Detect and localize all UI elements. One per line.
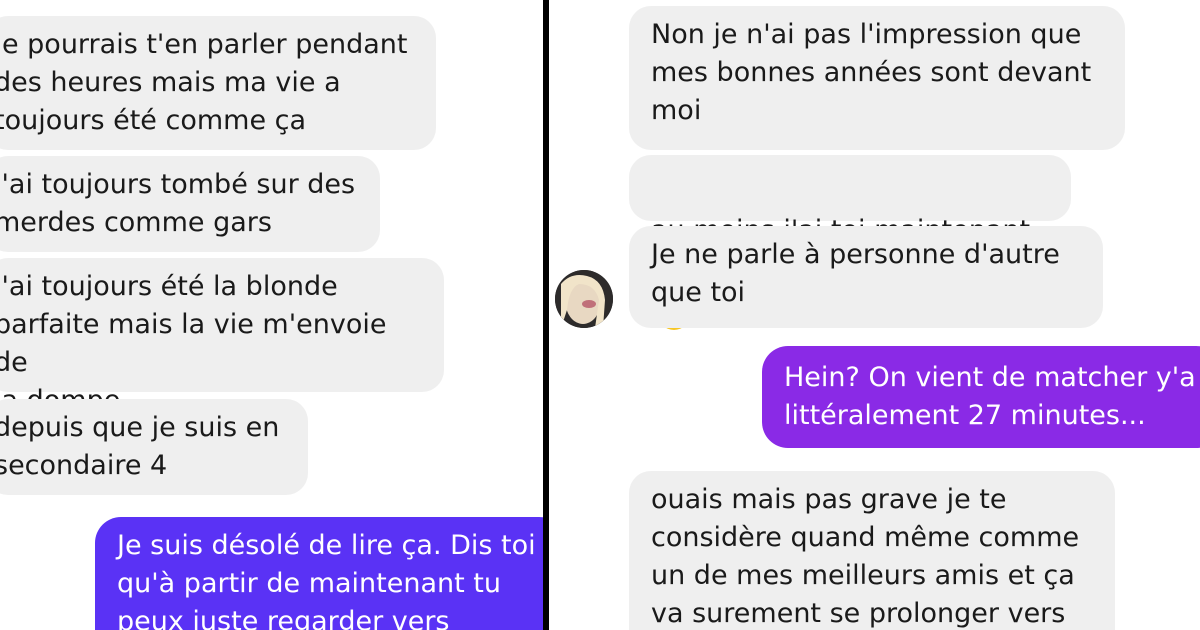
received-message[interactable]: depuis que je suis en secondaire 4 (0, 399, 308, 495)
received-message[interactable]: Non je n'ai pas l'impression que mes bon… (629, 6, 1125, 150)
received-message[interactable]: ouais mais pas grave je te considère qua… (629, 471, 1115, 630)
sent-message[interactable]: Hein? On vient de matcher y'a littéralem… (762, 346, 1200, 448)
received-message[interactable]: au moins j'ai toi maintenant (629, 155, 1071, 330)
received-message[interactable]: j'ai toujours été la blonde parfaite mai… (0, 258, 444, 416)
left-chat-panel: Je pourrais t'en parler pendant des heur… (0, 0, 543, 630)
received-message[interactable]: j'ai toujours tombé sur des merdes comme… (0, 156, 380, 252)
received-message[interactable]: Je ne parle à personne d'autre que toi (629, 226, 1103, 328)
contact-avatar[interactable] (555, 270, 613, 328)
sent-message[interactable]: Je suis désolé de lire ça. Dis toi qu'à … (95, 517, 543, 630)
received-message[interactable]: Je pourrais t'en parler pendant des heur… (0, 16, 436, 150)
right-chat-panel: Non je n'ai pas l'impression que mes bon… (549, 0, 1200, 630)
